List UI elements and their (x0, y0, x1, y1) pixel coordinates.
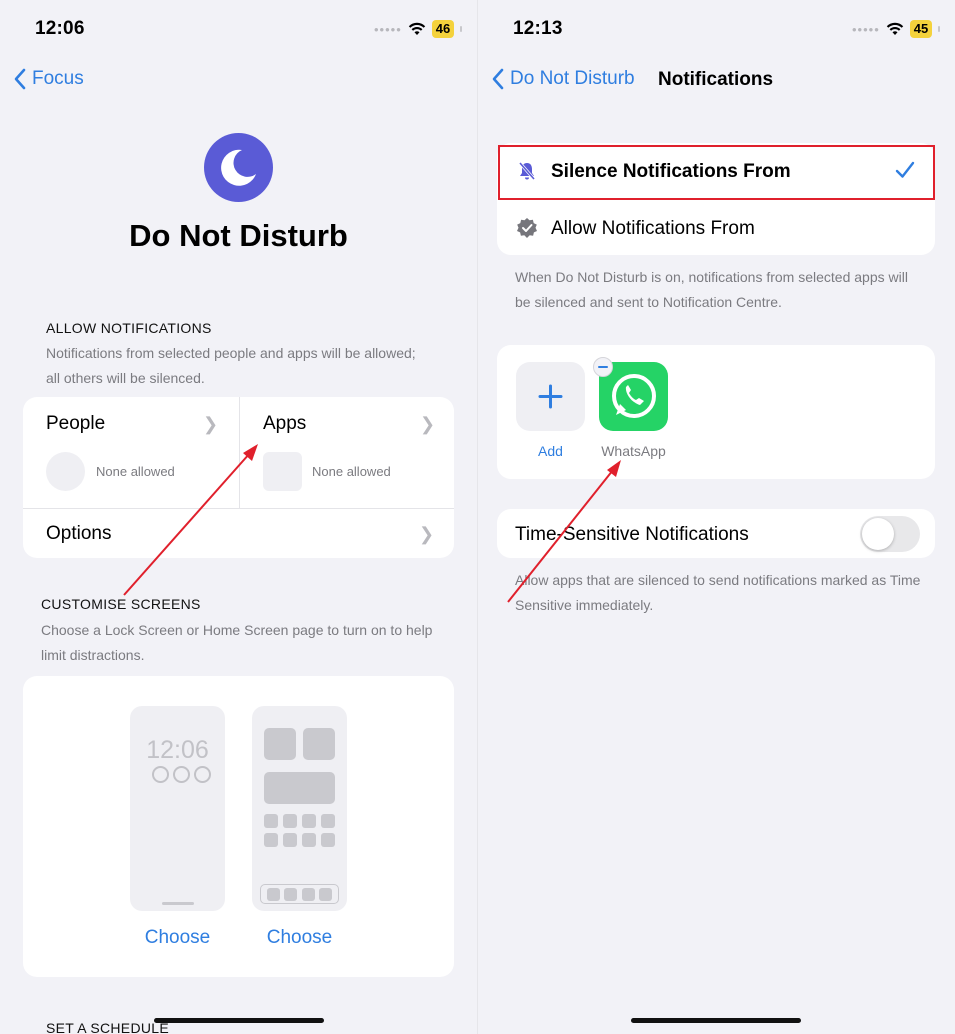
annotation-arrow-apps (123, 444, 258, 596)
annotation-arrow-whatsapp (507, 460, 621, 603)
left-screen: 12:06 ••••• 46 Focus Do Not Disturb ALLO… (0, 0, 477, 1034)
right-screen: 12:13 ••••• 45 Do Not Disturb Notificati… (478, 0, 955, 1034)
